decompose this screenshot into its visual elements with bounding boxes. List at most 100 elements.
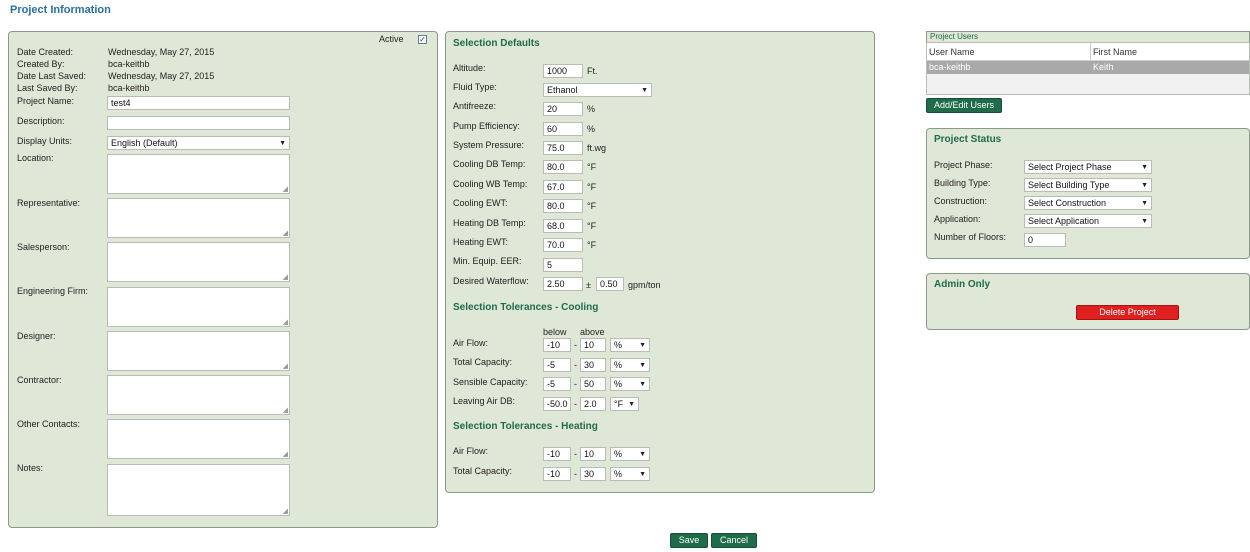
date-last-saved-label: Date Last Saved:: [17, 71, 87, 81]
cooling-leaving-air-db-unit-select[interactable]: °F ▼: [610, 397, 639, 411]
cooling-leaving-air-db-label: Leaving Air DB:: [453, 396, 516, 406]
cooling-db-temp-label: Cooling DB Temp:: [453, 159, 526, 169]
resize-grip-icon[interactable]: ◢: [283, 186, 288, 193]
heating-airflow-unit: %: [614, 449, 623, 459]
fluid-type-value: Ethanol: [547, 85, 578, 95]
cooling-db-temp-input[interactable]: 80.0: [543, 160, 583, 174]
min-equip-eer-label: Min. Equip. EER:: [453, 256, 522, 266]
cooling-total-capacity-above-input[interactable]: 30: [580, 358, 606, 372]
min-equip-eer-input[interactable]: 5: [543, 258, 583, 272]
application-select[interactable]: Select Application ▼: [1024, 214, 1152, 228]
cooling-airflow-below-input[interactable]: -10: [543, 338, 571, 352]
location-textarea[interactable]: ◢: [107, 154, 290, 194]
heating-db-temp-label: Heating DB Temp:: [453, 218, 526, 228]
system-pressure-input[interactable]: 75.0: [543, 141, 583, 155]
resize-grip-icon[interactable]: ◢: [283, 407, 288, 414]
cooling-airflow-unit-select[interactable]: % ▼: [610, 338, 650, 352]
cooling-leaving-air-db-above-input[interactable]: 2.0: [580, 397, 606, 411]
cooling-ewt-input[interactable]: 80.0: [543, 199, 583, 213]
waterflow-tolerance-input[interactable]: 0.50: [596, 277, 624, 291]
building-type-select[interactable]: Select Building Type ▼: [1024, 178, 1152, 192]
desired-waterflow-input[interactable]: 2.50: [543, 277, 583, 291]
display-units-select[interactable]: English (Default) ▼: [107, 136, 290, 150]
resize-grip-icon[interactable]: ◢: [283, 451, 288, 458]
other-contacts-textarea[interactable]: ◢: [107, 419, 290, 459]
heating-total-capacity-unit-select[interactable]: % ▼: [610, 467, 650, 481]
column-header-user-name[interactable]: User Name: [927, 43, 1091, 61]
resize-grip-icon[interactable]: ◢: [283, 319, 288, 326]
construction-select[interactable]: Select Construction ▼: [1024, 196, 1152, 210]
date-last-saved-value: Wednesday, May 27, 2015: [108, 71, 215, 81]
cooling-sensible-capacity-below-input[interactable]: -5: [543, 377, 571, 391]
heating-airflow-above-input[interactable]: 10: [580, 447, 606, 461]
cooling-total-capacity-unit-select[interactable]: % ▼: [610, 358, 650, 372]
chevron-down-icon: ▼: [639, 471, 646, 478]
application-value: Select Application: [1028, 216, 1100, 226]
project-name-input[interactable]: test4: [107, 96, 290, 110]
notes-label: Notes:: [17, 463, 44, 473]
pump-efficiency-input[interactable]: 60: [543, 122, 583, 136]
resize-grip-icon[interactable]: ◢: [283, 508, 288, 515]
altitude-input[interactable]: 1000: [543, 64, 583, 78]
designer-textarea[interactable]: ◢: [107, 331, 290, 371]
antifreeze-input[interactable]: 20: [543, 102, 583, 116]
resize-grip-icon[interactable]: ◢: [283, 274, 288, 281]
heating-total-capacity-label: Total Capacity:: [453, 466, 513, 476]
cooling-sensible-capacity-unit-select[interactable]: % ▼: [610, 377, 650, 391]
save-button[interactable]: Save: [670, 533, 708, 548]
other-contacts-label: Other Contacts:: [17, 419, 81, 429]
project-status-title: Project Status: [934, 134, 1002, 145]
column-header-first-name[interactable]: First Name: [1091, 43, 1249, 61]
salesperson-textarea[interactable]: ◢: [107, 242, 290, 282]
cooling-leaving-air-db-below-input[interactable]: -50.0: [543, 397, 571, 411]
representative-textarea[interactable]: ◢: [107, 198, 290, 238]
cooling-wb-temp-unit: °F: [587, 182, 597, 192]
fluid-type-select[interactable]: Ethanol ▼: [543, 83, 652, 97]
chevron-down-icon: ▼: [1141, 182, 1148, 189]
system-pressure-unit: ft.wg: [587, 143, 607, 153]
chevron-down-icon: ▼: [639, 451, 646, 458]
contractor-textarea[interactable]: ◢: [107, 375, 290, 415]
altitude-label: Altitude:: [453, 63, 486, 73]
pump-efficiency-label: Pump Efficiency:: [453, 121, 520, 131]
cooling-wb-temp-label: Cooling WB Temp:: [453, 179, 528, 189]
date-created-value: Wednesday, May 27, 2015: [108, 47, 215, 57]
last-saved-by-label: Last Saved By:: [17, 83, 78, 93]
heating-db-temp-unit: °F: [587, 221, 597, 231]
active-checkbox[interactable]: ✓: [418, 35, 427, 44]
heating-total-capacity-below-input[interactable]: -10: [543, 467, 571, 481]
heating-airflow-below-input[interactable]: -10: [543, 447, 571, 461]
delete-project-button[interactable]: Delete Project: [1076, 305, 1179, 320]
admin-only-title: Admin Only: [934, 279, 991, 290]
cancel-button[interactable]: Cancel: [711, 533, 757, 548]
heating-total-capacity-above-input[interactable]: 30: [580, 467, 606, 481]
description-input[interactable]: [107, 116, 290, 130]
heating-db-temp-input[interactable]: 68.0: [543, 219, 583, 233]
application-label: Application:: [934, 214, 981, 224]
resize-grip-icon[interactable]: ◢: [283, 363, 288, 370]
number-of-floors-input[interactable]: 0: [1024, 233, 1066, 247]
resize-grip-icon[interactable]: ◢: [283, 230, 288, 237]
tolerances-heating-title: Selection Tolerances - Heating: [453, 421, 598, 432]
project-phase-label: Project Phase:: [934, 160, 993, 170]
cooling-wb-temp-input[interactable]: 67.0: [543, 180, 583, 194]
user-name-cell: bca-keithb: [929, 62, 971, 72]
cooling-sensible-capacity-above-input[interactable]: 50: [580, 377, 606, 391]
table-row[interactable]: bca-keithb Keith: [927, 61, 1249, 74]
heating-ewt-input[interactable]: 70.0: [543, 238, 583, 252]
engineering-firm-textarea[interactable]: ◢: [107, 287, 290, 327]
heating-airflow-unit-select[interactable]: % ▼: [610, 447, 650, 461]
range-dash: -: [574, 469, 577, 479]
heating-airflow-label: Air Flow:: [453, 446, 489, 456]
construction-value: Select Construction: [1028, 198, 1107, 208]
cooling-ewt-label: Cooling EWT:: [453, 198, 508, 208]
chevron-down-icon: ▼: [1141, 218, 1148, 225]
project-phase-select[interactable]: Select Project Phase ▼: [1024, 160, 1152, 174]
cooling-airflow-above-input[interactable]: 10: [580, 338, 606, 352]
cooling-airflow-label: Air Flow:: [453, 338, 489, 348]
notes-textarea[interactable]: ◢: [107, 464, 290, 516]
range-dash: -: [574, 360, 577, 370]
range-dash: -: [574, 379, 577, 389]
add-edit-users-button[interactable]: Add/Edit Users: [926, 98, 1002, 113]
cooling-total-capacity-below-input[interactable]: -5: [543, 358, 571, 372]
